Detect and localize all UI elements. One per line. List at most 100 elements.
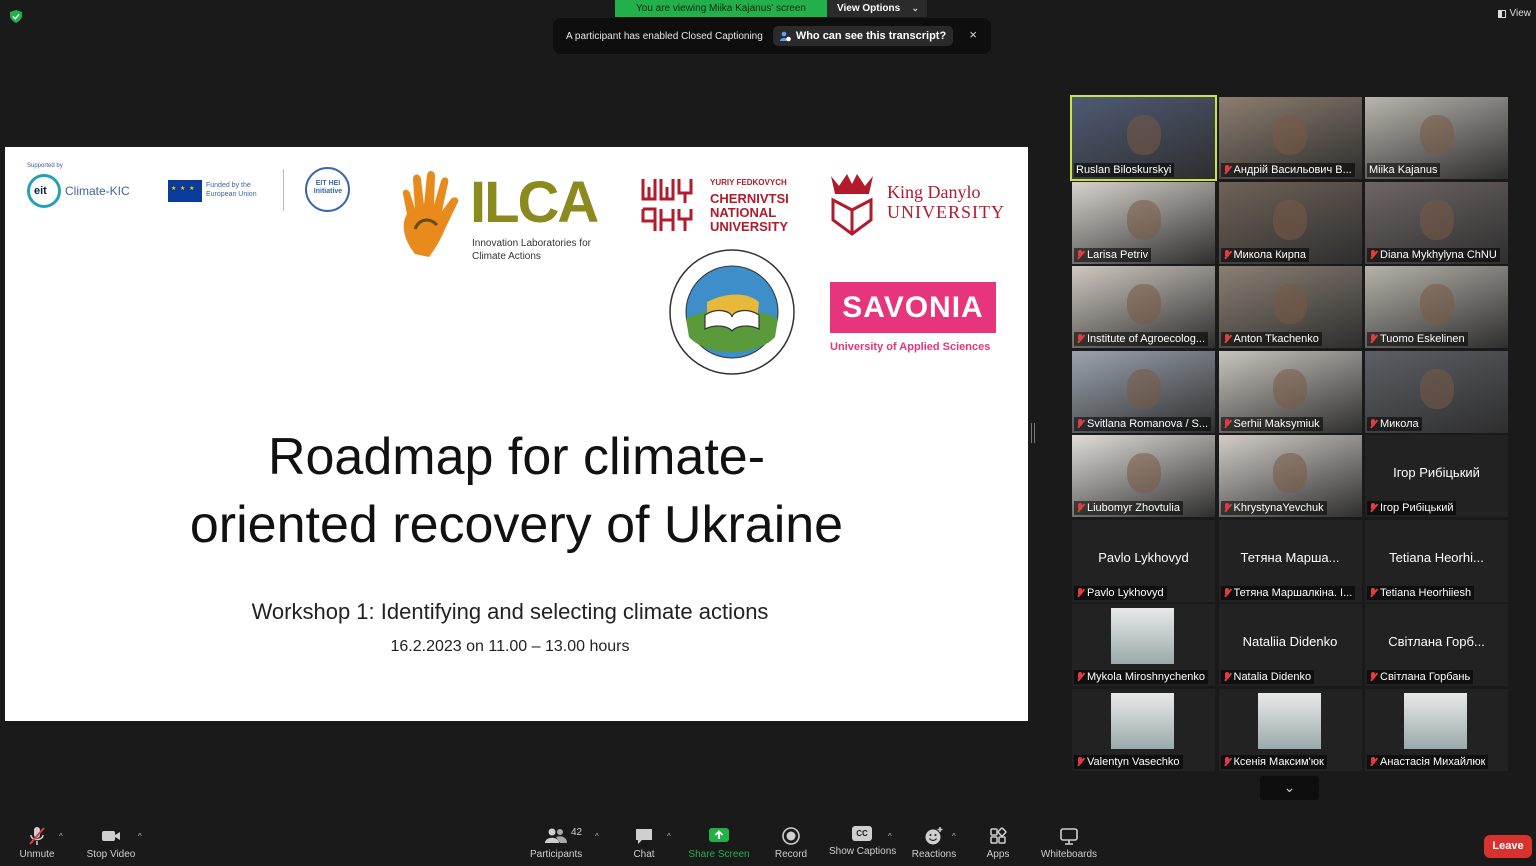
slide-date: 16.2.2023 on 11.00 – 13.00 hours [390,638,630,655]
participant-silhouette [1419,284,1454,324]
microphone-muted-icon [1369,503,1377,513]
eit-logo: eit [27,174,61,208]
view-options-label: View Options [837,3,901,14]
participant-name-label: Institute of Agroecolog... [1074,332,1209,346]
gallery-scroll-down-button[interactable]: ⌄ [1260,776,1319,800]
participant-name-label: Світлана Горбань [1367,670,1474,684]
participant-tile[interactable]: Pavlo Lykhovyd Pavlo Lykhovyd [1072,519,1215,602]
king-danylo-logo-name: King Danylo UNIVERSITY [887,182,1005,222]
participant-name: Tetiana Heorhiiesh [1380,586,1472,599]
participant-tile[interactable]: Ruslan Biloskurskyi [1070,95,1217,181]
microphone-muted-icon [1223,334,1231,344]
participant-tile[interactable]: Valentyn Vasechko [1072,688,1215,771]
participant-silhouette [1273,199,1307,240]
participant-name: Ксенія Максим'юк [1233,755,1324,768]
unmute-button[interactable]: Unmute [18,826,56,860]
participant-silhouette [1273,368,1307,409]
participant-tile[interactable]: Андрій Васильович В... [1218,97,1362,179]
stop-video-button[interactable]: Stop Video [86,826,136,860]
view-options-button[interactable]: View Options ⌄ [827,0,927,17]
participant-profile-picture [1111,608,1174,664]
captions-caret-icon[interactable]: ^ [888,832,892,841]
microphone-muted-icon [1076,672,1084,682]
participant-tile[interactable]: Diana Mykhylyna ChNU [1365,181,1508,264]
view-layout-button[interactable]: View [1497,8,1531,19]
participant-tile[interactable]: Світлана Горб... Світлана Горбань [1365,604,1508,686]
microphone-muted-icon [1223,587,1231,598]
savonia-logo: SAVONIA [830,282,996,333]
participants-button[interactable]: 42 Participants [530,826,582,860]
participant-tile[interactable]: Liubomyr Zhovtulia [1072,435,1215,517]
participant-name: Mykola Miroshnychenko [1087,671,1205,683]
panel-resize-handle[interactable] [1031,423,1035,443]
participant-tile[interactable]: Mykola Miroshnychenko [1072,604,1215,686]
leave-meeting-button[interactable]: Leave [1484,835,1532,858]
participants-icon [545,828,567,843]
participant-tile[interactable]: Institute of Agroecolog... [1072,266,1215,348]
apps-label: Apps [986,849,1010,860]
eu-flag-icon [168,180,202,202]
naas-institute-seal-icon [669,249,795,375]
participant-tile[interactable]: Tuomo Eskelinen [1365,266,1508,348]
participant-silhouette [1126,115,1161,155]
participant-silhouette [1273,115,1307,155]
close-icon[interactable]: × [969,27,977,42]
participant-tile[interactable]: Микола Кирпа [1218,181,1362,264]
participant-silhouette [1126,368,1161,409]
participant-name: KhrystynaYevchuk [1233,502,1324,514]
microphone-muted-icon [1223,249,1231,260]
supported-by-text: Supported by [27,163,63,169]
participant-name-label: Микола Кирпа [1220,247,1309,262]
chat-caret-icon[interactable]: ^ [667,832,671,841]
audio-options-caret-icon[interactable]: ^ [59,832,63,841]
participant-display-name: Світлана Горб... [1388,634,1485,649]
participant-tile[interactable]: Тетяна Марша... Тетяна Маршалкіна. І... [1218,519,1362,602]
participant-name: Larisa Petriv [1087,248,1149,261]
reactions-caret-icon[interactable]: ^ [952,832,956,841]
show-captions-label: Show Captions [829,846,897,857]
participant-tile[interactable]: Miika Kajanus [1365,97,1508,179]
video-camera-icon [102,831,120,841]
participant-name: Світлана Горбань [1380,671,1471,683]
security-shield-icon[interactable] [10,10,22,23]
participant-name-label: Valentyn Vasechko [1074,754,1183,769]
apps-button[interactable]: Apps [984,826,1012,860]
participants-caret-icon[interactable]: ^ [595,832,599,841]
show-captions-button[interactable]: CC Show Captions [829,826,897,857]
participant-tile[interactable]: Nataliia Didenko Natalia Didenko [1218,604,1362,686]
chnu-logo-name: CHERNIVTSI NATIONAL UNIVERSITY [710,191,789,234]
participant-name-label: Miika Kajanus [1367,163,1441,177]
video-options-caret-icon[interactable]: ^ [138,832,142,841]
participant-tile[interactable]: Анастасія Михайлюк [1365,688,1508,771]
eu-funded-text: Funded by the European Union [206,182,257,198]
participant-name-label: Андрій Васильович В... [1220,163,1355,177]
share-screen-button[interactable]: Share Screen [688,826,750,860]
participant-tile[interactable]: Svitlana Romanova / S... [1072,350,1215,433]
participants-count: 42 [571,827,583,838]
participant-tile[interactable]: Anton Tkachenko [1218,266,1362,348]
participant-tile[interactable]: KhrystynaYevchuk [1218,435,1362,517]
microphone-muted-icon [1076,503,1084,513]
chnu-logo-icon [641,179,693,231]
participant-name: Diana Mykhylyna ChNU [1380,248,1497,261]
participant-name-label: Diana Mykhylyna ChNU [1367,247,1500,262]
record-button[interactable]: Record [774,826,808,860]
ilca-logo-subtitle: Innovation Laboratories for Climate Acti… [472,238,591,262]
participant-silhouette [1419,368,1454,409]
participant-display-name: Pavlo Lykhovyd [1098,549,1189,565]
reactions-button[interactable]: Reactions [911,826,957,860]
participant-tile[interactable]: Микола [1365,350,1508,433]
chat-button[interactable]: Chat [630,826,658,860]
participant-tile[interactable]: Ксенія Максим'юк [1218,688,1362,771]
participant-tile[interactable]: Tetiana Heorhi... Tetiana Heorhiiesh [1365,519,1508,602]
participant-name: Institute of Agroecolog... [1087,333,1206,345]
whiteboards-button[interactable]: Whiteboards [1040,826,1098,860]
who-can-see-transcript-button[interactable]: Who can see this transcript? [772,26,954,46]
king-danylo-crown-icon [831,174,873,236]
participant-tile[interactable]: Larisa Petriv [1072,181,1215,264]
participant-tile[interactable]: Ігор Рибіцький Ігор Рибіцький [1365,435,1508,517]
participant-name: Miika Kajanus [1369,164,1438,176]
microphone-muted-icon [1369,418,1377,429]
participant-tile[interactable]: Serhii Maksymiuk [1218,350,1362,433]
cc-notice-message: A participant has enabled Closed Caption… [566,30,763,42]
